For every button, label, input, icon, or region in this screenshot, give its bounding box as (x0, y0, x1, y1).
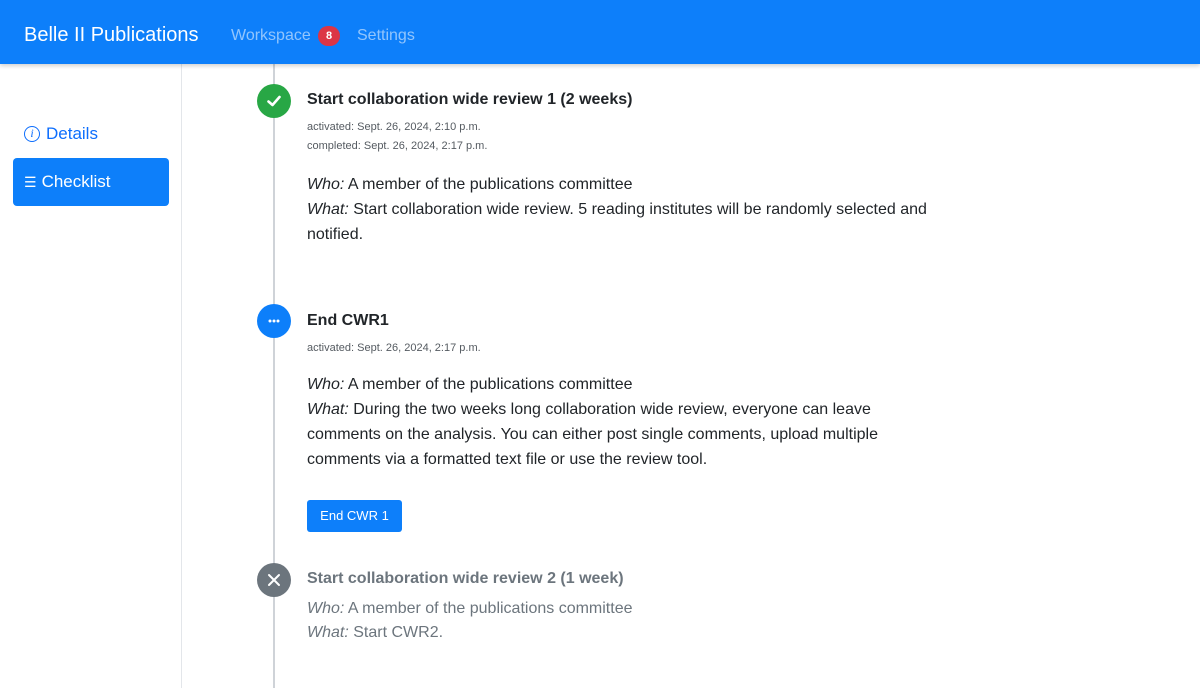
who-label: Who: (307, 176, 345, 193)
step-description: Who: A member of the publications commit… (307, 172, 927, 247)
who-text: A member of the publications committee (347, 376, 633, 393)
top-navbar: Belle II Publications Workspace 8 Settin… (0, 0, 1200, 64)
step-title: Start collaboration wide review 1 (2 wee… (307, 91, 633, 108)
step-activated-time: activated: Sept. 26, 2024, 2:17 p.m. (307, 342, 481, 354)
list-icon: ☰ (24, 174, 37, 190)
what-text: During the two weeks long collaboration … (307, 401, 878, 468)
sidebar-item-label: Checklist (41, 172, 111, 191)
brand-link[interactable]: Belle II Publications (24, 23, 199, 47)
step-title: End CWR1 (307, 312, 389, 329)
ellipsis-icon (257, 304, 291, 338)
who-text: A member of the publications committee (347, 176, 633, 193)
what-label: What: (307, 201, 349, 218)
x-icon (257, 563, 291, 597)
step-description: Who: A member of the publications commit… (307, 597, 927, 645)
sidebar-item-checklist[interactable]: ☰ Checklist (13, 158, 169, 206)
check-icon (257, 84, 291, 118)
who-text: A member of the publications committee (347, 600, 633, 617)
nav-workspace-link[interactable]: Workspace (231, 26, 311, 45)
who-label: Who: (307, 600, 345, 617)
what-label: What: (307, 624, 349, 641)
info-icon: i (24, 126, 40, 142)
step-completed-time: completed: Sept. 26, 2024, 2:17 p.m. (307, 140, 488, 152)
sidebar-item-details[interactable]: i Details (24, 123, 98, 145)
step-activated-time: activated: Sept. 26, 2024, 2:10 p.m. (307, 121, 481, 133)
end-cwr-button[interactable]: End CWR 1 (307, 500, 402, 532)
sidebar-item-label: Details (46, 124, 98, 143)
who-label: Who: (307, 376, 345, 393)
nav-settings-link[interactable]: Settings (357, 26, 415, 45)
step-description: Who: A member of the publications commit… (307, 372, 927, 472)
workspace-count-badge: 8 (318, 26, 340, 46)
what-label: What: (307, 401, 349, 418)
what-text: Start CWR2. (353, 624, 444, 641)
step-title: Start collaboration wide review 2 (1 wee… (307, 570, 624, 587)
what-text: Start collaboration wide review. 5 readi… (307, 201, 927, 243)
